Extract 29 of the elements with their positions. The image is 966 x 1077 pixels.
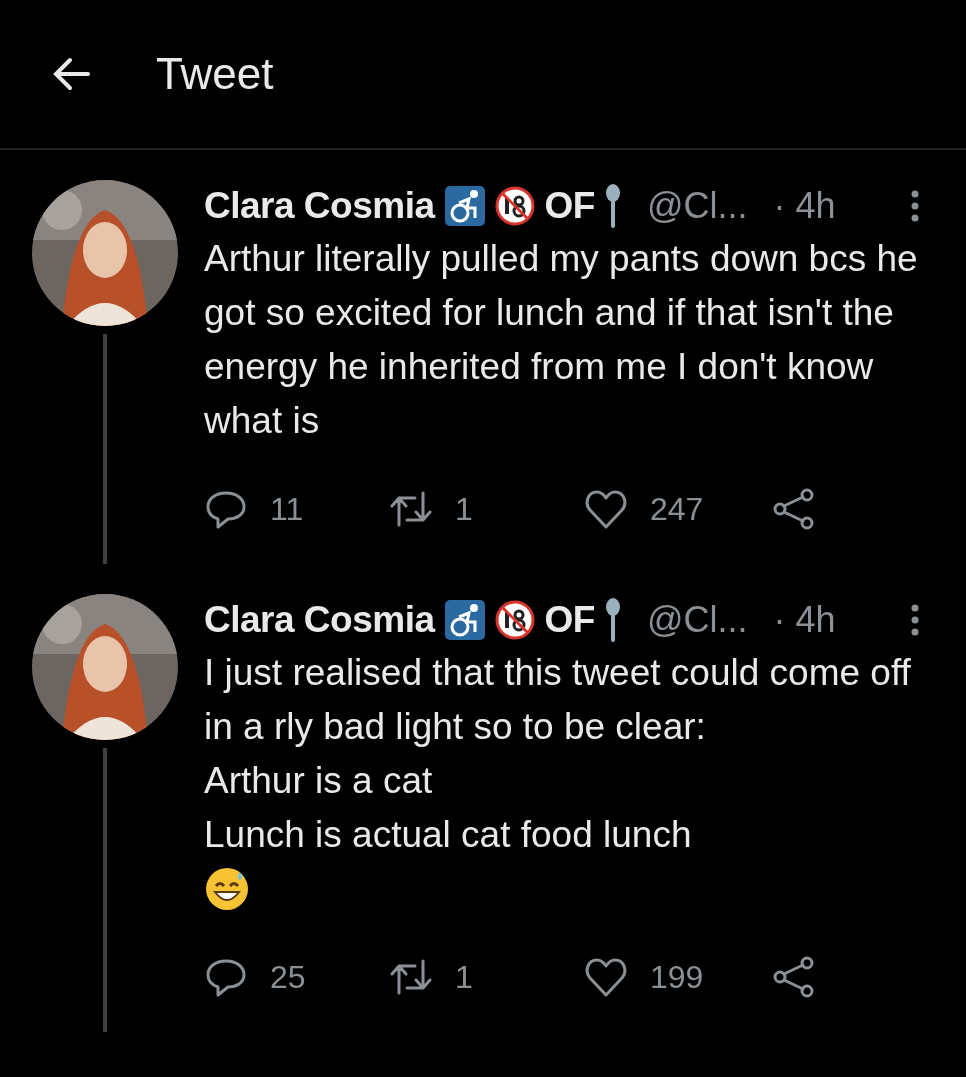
author-name-suffix: OF bbox=[544, 599, 595, 641]
no-under-eighteen-icon bbox=[494, 600, 535, 640]
wheelchair-icon bbox=[444, 186, 485, 226]
spoon-icon bbox=[604, 598, 621, 642]
tweet-text: Lunch is actual cat food lunch bbox=[204, 813, 693, 857]
author-name-suffix: OF bbox=[544, 185, 595, 227]
no-under-eighteen-icon bbox=[494, 186, 535, 226]
reply-button[interactable]: 11 bbox=[204, 487, 389, 531]
tweet-text: Arthur is a cat bbox=[204, 759, 434, 803]
share-icon[interactable] bbox=[772, 955, 816, 999]
tweet-time: · 4h bbox=[773, 599, 836, 641]
tweet-text: Arthur literally pulled my pants down bcs he got so excited for lunch and if that isn't the energy he inherited from me I don't know what is bbox=[204, 237, 919, 443]
author-name: Clara Cosmia bbox=[204, 599, 435, 641]
author-handle[interactable]: @Cl... bbox=[646, 185, 748, 227]
retweet-button[interactable]: 1 bbox=[389, 955, 584, 999]
author-name: Clara Cosmia bbox=[204, 185, 435, 227]
page-title: Tweet bbox=[156, 49, 274, 99]
like-button[interactable]: 199 bbox=[584, 955, 772, 999]
retweet-button[interactable]: 1 bbox=[389, 487, 584, 531]
more-icon[interactable] bbox=[910, 604, 920, 636]
wheelchair-icon bbox=[444, 600, 485, 640]
author-handle[interactable]: @Cl... bbox=[646, 599, 748, 641]
like-button[interactable]: 247 bbox=[584, 487, 772, 531]
more-icon[interactable] bbox=[910, 190, 920, 222]
tweet-time: · 4h bbox=[773, 185, 836, 227]
share-icon[interactable] bbox=[772, 487, 816, 531]
spoon-icon bbox=[604, 184, 621, 228]
reply-button[interactable]: 25 bbox=[204, 955, 389, 999]
tweet-text: I just realised that this tweet could come off in a rly bad light so to be clear: bbox=[204, 651, 912, 749]
